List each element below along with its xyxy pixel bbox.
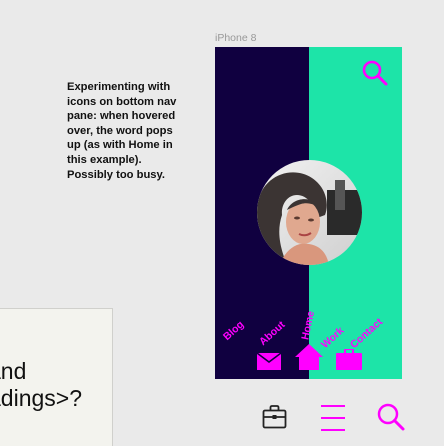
search-icon[interactable]: [361, 59, 389, 87]
artboard-label: iPhone 8: [215, 32, 257, 44]
design-annotation-note: Experimenting with icons on bottom nav p…: [67, 81, 177, 181]
menu-icon[interactable]: [320, 404, 346, 432]
partial-card-line: adings>?: [0, 385, 82, 411]
briefcase-icon[interactable]: [336, 349, 362, 370]
envelope-icon[interactable]: [257, 353, 281, 370]
partial-card-line: and: [0, 358, 27, 384]
briefcase-icon[interactable]: [262, 405, 287, 430]
search-icon[interactable]: [376, 402, 406, 432]
home-icon[interactable]: [295, 344, 323, 370]
partial-text-card: and adings>?: [0, 308, 113, 446]
iphone-artboard: Blog About Home Work Contact: [215, 47, 402, 379]
profile-photo: [257, 160, 362, 265]
